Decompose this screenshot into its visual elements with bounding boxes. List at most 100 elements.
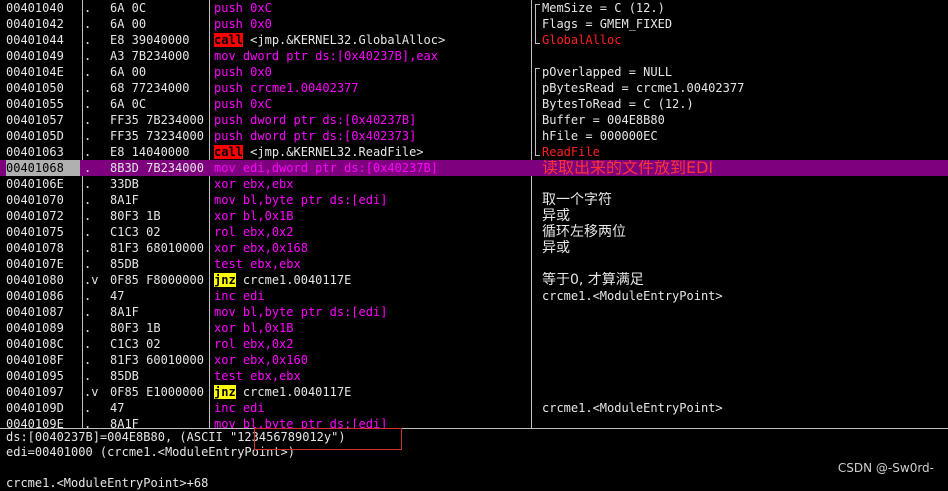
comment-cell[interactable]: hFile = 000000EC [542, 128, 946, 144]
disassembly-cell[interactable]: mov dword ptr ds:[0x40237B],eax [214, 48, 532, 64]
disasm-row[interactable]: 00401087. 8A1F mov bl,byte ptr ds:[edi] [0, 304, 948, 320]
address-cell[interactable]: 00401097 [6, 384, 80, 400]
comment-cell[interactable]: MemSize = C (12.) [542, 0, 946, 16]
disassembly-cell[interactable]: xor bl,0x1B [214, 320, 532, 336]
disassembly-cell[interactable]: xor ebx,0x160 [214, 352, 532, 368]
disassembly-cell[interactable]: push 0x0 [214, 64, 532, 80]
disassembly-cell[interactable]: call <jmp.&KERNEL32.GlobalAlloc> [214, 32, 532, 48]
disasm-row[interactable]: 0040109D. 47 inc edi crcme1.<ModuleEntryPoi… [0, 400, 948, 416]
comment-cell[interactable]: 循环左移两位 [542, 224, 946, 240]
disassembly-cell[interactable]: xor ebx,ebx [214, 176, 532, 192]
disasm-row[interactable]: 00401044. E8 39040000 call <jmp.&KERNEL32.… [0, 32, 948, 48]
disassembly-cell[interactable]: push 0xC [214, 96, 532, 112]
disassembly-cell[interactable]: mov bl,byte ptr ds:[edi] [214, 192, 532, 208]
comment-cell[interactable]: crcme1.<ModuleEntryPoint> [542, 288, 946, 304]
disasm-row[interactable]: 00401057. FF35 7B234000 push dword ptr ds:… [0, 112, 948, 128]
disassembly-cell[interactable]: xor bl,0x1B [214, 208, 532, 224]
address-cell[interactable]: 00401049 [6, 48, 80, 64]
disassembly-cell[interactable]: jnz crcme1.0040117E [214, 272, 532, 288]
disassembly-cell[interactable]: test ebx,ebx [214, 256, 532, 272]
disassembly-cell[interactable]: test ebx,ebx [214, 368, 532, 384]
comment-cell[interactable]: 等于0, 才算满足 [542, 272, 946, 288]
disasm-row[interactable]: 00401068. 8B3D 7B234000 mov edi,dword ptr … [0, 160, 948, 176]
address-cell[interactable]: 00401072 [6, 208, 80, 224]
disasm-row[interactable]: 00401055. 6A 0C push 0xC BytesToRead = C (1… [0, 96, 948, 112]
address-cell[interactable]: 00401057 [6, 112, 80, 128]
comment-cell[interactable]: BytesToRead = C (12.) [542, 96, 946, 112]
address-cell[interactable]: 00401050 [6, 80, 80, 96]
disasm-row[interactable]: 0040109E. 8A1F mov bl,byte ptr ds:[edi] [0, 416, 948, 428]
disasm-row[interactable]: 0040104E. 6A 00 push 0x0 pOverlapped = NULL [0, 64, 948, 80]
disassembly-cell[interactable]: push 0x0 [214, 16, 532, 32]
comment-cell[interactable]: GlobalAlloc [542, 32, 946, 48]
address-cell[interactable]: 0040109E [6, 416, 80, 428]
disasm-row[interactable]: 00401050. 68 77234000 push crcme1.00402377… [0, 80, 948, 96]
info-pane[interactable]: ds:[0040237B]=004E8B80, (ASCII "12345678… [0, 429, 948, 490]
address-cell[interactable]: 00401075 [6, 224, 80, 240]
disasm-row[interactable]: 00401042. 6A 00 push 0x0 Flags = GMEM_FIXED [0, 16, 948, 32]
disassembly-cell[interactable]: inc edi [214, 288, 532, 304]
disasm-row[interactable]: 00401075. C1C3 02 rol ebx,0x2 循环左移两位 [0, 224, 948, 240]
disasm-row[interactable]: 00401072. 80F3 1B xor bl,0x1B 异或 [0, 208, 948, 224]
disassembly-cell[interactable]: push dword ptr ds:[0x402373] [214, 128, 532, 144]
address-cell[interactable]: 00401086 [6, 288, 80, 304]
disasm-row[interactable]: 00401089. 80F3 1B xor bl,0x1B [0, 320, 948, 336]
disassembly-cell[interactable]: rol ebx,0x2 [214, 336, 532, 352]
disassembly-cell[interactable]: call <jmp.&KERNEL32.ReadFile> [214, 144, 532, 160]
disasm-row[interactable]: 00401080 .v 0F85 F8000000 jnz crcme1.004011… [0, 272, 948, 288]
address-cell[interactable]: 00401063 [6, 144, 80, 160]
comment-cell[interactable]: crcme1.<ModuleEntryPoint> [542, 400, 946, 416]
address-cell[interactable]: 00401078 [6, 240, 80, 256]
address-cell[interactable]: 00401089 [6, 320, 80, 336]
address-cell[interactable]: 0040108C [6, 336, 80, 352]
comment-cell[interactable]: 读取出来的文件放到EDI [542, 160, 946, 176]
disasm-row[interactable]: 00401078. 81F3 68010000 xor ebx,0x168 异或 [0, 240, 948, 256]
disasm-row[interactable]: 00401063. E8 14040000 call <jmp.&KERNEL32.… [0, 144, 948, 160]
address-cell[interactable]: 0040109D [6, 400, 80, 416]
comment-cell[interactable]: 异或 [542, 240, 946, 256]
disasm-row[interactable]: 0040107E. 85DB test ebx,ebx [0, 256, 948, 272]
disasm-row[interactable]: 00401049. A3 7B234000 mov dword ptr ds:[0x… [0, 48, 948, 64]
disassembly-cell[interactable]: push dword ptr ds:[0x40237B] [214, 112, 532, 128]
disassembly-cell[interactable]: jnz crcme1.0040117E [214, 384, 532, 400]
address-cell[interactable]: 0040104E [6, 64, 80, 80]
comment-cell[interactable]: Buffer = 004E8B80 [542, 112, 946, 128]
address-cell[interactable]: 0040106E [6, 176, 80, 192]
disassembly-cell[interactable]: mov edi,dword ptr ds:[0x40237B] [214, 160, 532, 176]
address-cell[interactable]: 00401095 [6, 368, 80, 384]
disasm-row[interactable]: 0040108F. 81F3 60010000 xor ebx,0x160 [0, 352, 948, 368]
address-cell[interactable]: 00401070 [6, 192, 80, 208]
address-cell[interactable]: 00401044 [6, 32, 80, 48]
disasm-row[interactable]: 00401095. 85DB test ebx,ebx [0, 368, 948, 384]
address-cell[interactable]: 00401080 [6, 272, 80, 288]
address-cell[interactable]: 0040108F [6, 352, 80, 368]
disassembly-cell[interactable]: inc edi [214, 400, 532, 416]
disasm-row[interactable]: 00401070. 8A1F mov bl,byte ptr ds:[edi] 取一个… [0, 192, 948, 208]
disasm-row[interactable]: 00401097 .v 0F85 E1000000 jnz crcme1.004011… [0, 384, 948, 400]
address-cell[interactable]: 0040107E [6, 256, 80, 272]
disassembly-cell[interactable]: push 0xC [214, 0, 532, 16]
disassembly-cell[interactable]: mov bl,byte ptr ds:[edi] [214, 416, 532, 428]
address-cell[interactable]: 00401087 [6, 304, 80, 320]
disasm-row[interactable]: 00401040. 6A 0C push 0xC MemSize = C (12.) [0, 0, 948, 16]
address-cell[interactable]: 0040105D [6, 128, 80, 144]
comment-cell[interactable]: ReadFile [542, 144, 946, 160]
comment-cell[interactable]: 取一个字符 [542, 192, 946, 208]
address-cell[interactable]: 00401068 [6, 160, 80, 176]
comment-cell[interactable]: 异或 [542, 208, 946, 224]
comment-cell[interactable]: Flags = GMEM_FIXED [542, 16, 946, 32]
disasm-row[interactable]: 00401086. 47 inc edi crcme1.<ModuleEntryPoi… [0, 288, 948, 304]
disassembly-cell[interactable]: mov bl,byte ptr ds:[edi] [214, 304, 532, 320]
disassembly-cell[interactable]: xor ebx,0x168 [214, 240, 532, 256]
disassembly-pane[interactable]: 00401040. 6A 0C push 0xC MemSize = C (12.) 0… [0, 0, 948, 428]
disasm-row[interactable]: 0040108C. C1C3 02 rol ebx,0x2 [0, 336, 948, 352]
disasm-row[interactable]: 0040105D. FF35 73234000 push dword ptr ds:… [0, 128, 948, 144]
disassembly-cell[interactable]: rol ebx,0x2 [214, 224, 532, 240]
disasm-row[interactable]: 0040106E. 33DB xor ebx,ebx [0, 176, 948, 192]
comment-cell[interactable]: pBytesRead = crcme1.00402377 [542, 80, 946, 96]
address-cell[interactable]: 00401055 [6, 96, 80, 112]
address-cell[interactable]: 00401042 [6, 16, 80, 32]
comment-cell[interactable]: pOverlapped = NULL [542, 64, 946, 80]
address-cell[interactable]: 00401040 [6, 0, 80, 16]
disassembly-cell[interactable]: push crcme1.00402377 [214, 80, 532, 96]
